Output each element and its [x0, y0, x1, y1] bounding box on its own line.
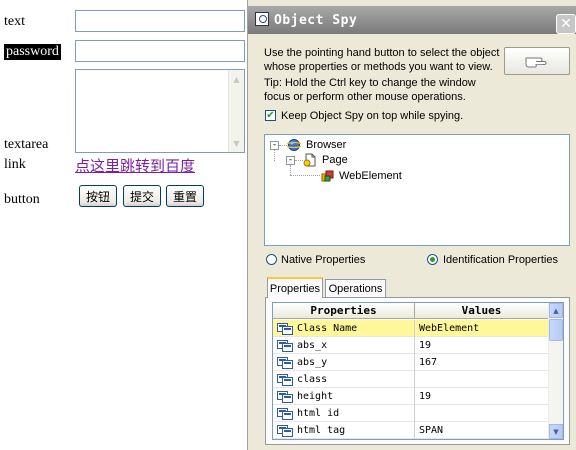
- object-spy-app-icon: [255, 12, 269, 26]
- table-row[interactable]: html id: [273, 405, 549, 422]
- property-name: abs_y: [297, 357, 328, 368]
- tab-operations[interactable]: Operations: [325, 279, 386, 298]
- table-row[interactable]: abs_x 19: [273, 337, 549, 354]
- web-element-icon: [321, 169, 335, 183]
- table-row[interactable]: html tag SPAN: [273, 422, 549, 439]
- collapse-browser-icon[interactable]: -: [270, 141, 279, 150]
- scroll-up-icon[interactable]: ▲: [229, 71, 244, 87]
- property-icon: [277, 424, 293, 437]
- close-icon: ✕: [560, 16, 572, 32]
- title-bar[interactable]: Object Spy ✕: [248, 6, 576, 34]
- property-name: height: [297, 391, 334, 402]
- grid-header: Properties Values: [273, 303, 549, 319]
- generic-button[interactable]: 按钮: [79, 185, 117, 207]
- property-icon: [277, 322, 293, 335]
- tree-connector: [290, 175, 320, 176]
- property-name: html id: [297, 408, 340, 419]
- property-icon: [277, 339, 293, 352]
- tree-connector: [274, 150, 275, 161]
- tree-connector: [290, 165, 291, 175]
- property-value: WebElement: [419, 323, 480, 334]
- column-header-properties[interactable]: Properties: [273, 303, 415, 319]
- object-spy-window: Object Spy ✕ Use the pointing hand butto…: [247, 0, 576, 450]
- property-name: abs_x: [297, 340, 328, 351]
- property-icon: [277, 390, 293, 403]
- property-icon: [277, 373, 293, 386]
- keep-on-top-label: Keep Object Spy on top while spying.: [281, 110, 464, 122]
- identification-properties-radio[interactable]: [427, 254, 438, 265]
- properties-tab-panel: Properties Values Class Name WebElement ab…: [265, 297, 570, 445]
- property-icon: [277, 407, 293, 420]
- tree-item-webelement[interactable]: WebElement: [338, 170, 403, 182]
- close-button[interactable]: ✕: [556, 14, 576, 34]
- property-name-cell: abs_x: [273, 337, 415, 354]
- baidu-link[interactable]: 点这里跳转到百度: [75, 155, 195, 176]
- scroll-up-icon[interactable]: ▲: [549, 303, 563, 318]
- scroll-down-icon[interactable]: ▼: [549, 424, 563, 439]
- property-value: [415, 405, 549, 422]
- textarea-scrollbar[interactable]: ▲ ▼: [228, 70, 244, 152]
- tab-properties[interactable]: Properties: [267, 277, 323, 298]
- tree-connector: [295, 160, 303, 161]
- property-icon: [277, 356, 293, 369]
- scroll-thumb[interactable]: [549, 319, 563, 341]
- property-name: Class Name: [297, 323, 358, 334]
- table-row[interactable]: class: [273, 371, 549, 388]
- property-name-cell: html id: [273, 405, 415, 422]
- button-label: button: [4, 192, 40, 207]
- keep-on-top-checkbox[interactable]: ✔: [265, 110, 276, 121]
- password-label: password: [3, 43, 62, 61]
- properties-scrollbar[interactable]: ▲ ▼: [548, 303, 563, 439]
- password-input[interactable]: [75, 40, 245, 62]
- collapse-page-icon[interactable]: -: [286, 156, 295, 165]
- property-name-cell: Class Name: [273, 320, 415, 337]
- tree-item-page[interactable]: Page: [322, 154, 348, 166]
- instruction-line-2: whose properties or methods you want to …: [264, 61, 493, 73]
- tree-item-browser[interactable]: Browser: [306, 139, 346, 151]
- textarea-label: textarea: [4, 137, 49, 152]
- submit-button[interactable]: 提交: [123, 185, 161, 207]
- page-icon: [303, 153, 317, 167]
- property-value: 19: [419, 391, 432, 402]
- native-properties-radio[interactable]: [266, 254, 277, 265]
- reset-button[interactable]: 重置: [166, 185, 204, 207]
- property-name-cell: class: [273, 371, 415, 388]
- properties-grid[interactable]: Properties Values Class Name WebElement ab…: [272, 302, 564, 440]
- text-input[interactable]: [75, 10, 245, 32]
- link-label: link: [4, 157, 26, 172]
- instruction-line-1: Use the pointing hand button to select t…: [264, 47, 500, 59]
- property-name: html tag: [297, 425, 346, 436]
- property-value: 19: [419, 340, 432, 351]
- table-row[interactable]: Class Name WebElement: [273, 320, 549, 337]
- tip-line-1: Tip: Hold the Ctrl key to change the win…: [264, 77, 476, 89]
- native-properties-label: Native Properties: [281, 254, 366, 266]
- property-value: SPAN: [419, 425, 444, 436]
- property-value: 167: [419, 357, 438, 368]
- browser-globe-icon: [285, 138, 303, 152]
- property-name: class: [297, 374, 328, 385]
- pointing-hand-icon: [525, 57, 547, 68]
- column-header-values[interactable]: Values: [415, 303, 549, 319]
- identification-properties-label: Identification Properties: [443, 254, 558, 266]
- scroll-down-icon[interactable]: ▼: [229, 135, 244, 151]
- tree-connector: [279, 145, 287, 146]
- table-row[interactable]: abs_y 167: [273, 354, 549, 371]
- window-title: Object Spy: [274, 13, 358, 28]
- table-row[interactable]: height 19: [273, 388, 549, 405]
- property-value: [415, 371, 549, 388]
- property-name-cell: height: [273, 388, 415, 405]
- property-name-cell: abs_y: [273, 354, 415, 371]
- textarea-input[interactable]: ▲ ▼: [75, 69, 245, 153]
- object-hierarchy-tree[interactable]: - Browser - Page WebElement: [264, 134, 570, 246]
- pointing-hand-button[interactable]: [504, 47, 570, 75]
- text-label: text: [4, 14, 25, 29]
- tip-line-2: focus or perform other mouse operations.: [264, 91, 466, 103]
- property-name-cell: html tag: [273, 422, 415, 439]
